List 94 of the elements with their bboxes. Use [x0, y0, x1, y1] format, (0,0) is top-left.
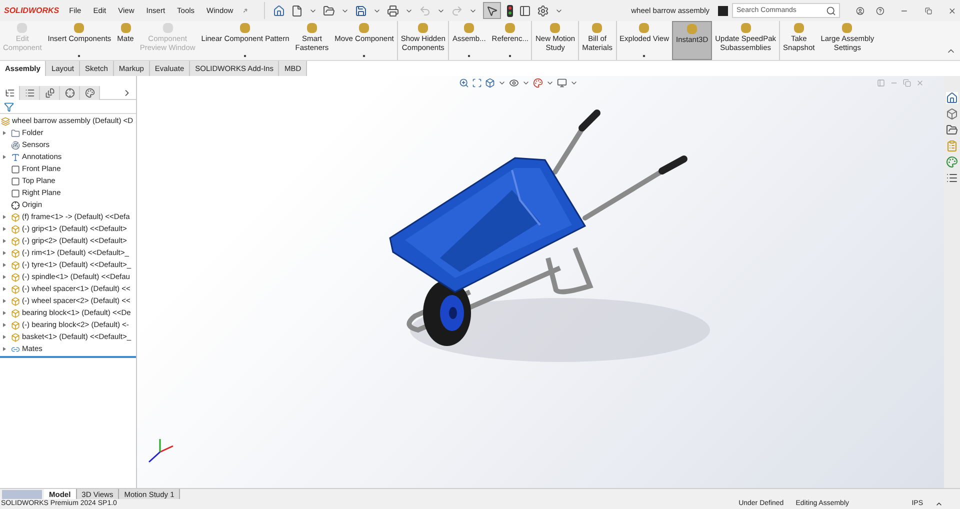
manager-tab-icon — [84, 88, 94, 98]
tree-node-icon — [11, 260, 20, 270]
tree-node-icon — [11, 308, 20, 318]
expand-arrow-icon[interactable] — [3, 299, 6, 303]
home-icon[interactable] — [273, 4, 286, 16]
filter-icon — [4, 102, 14, 112]
tree-node-icon — [11, 200, 20, 210]
zoom-to-fit-icon[interactable] — [459, 78, 469, 88]
terminal-icon — [718, 6, 728, 16]
expand-arrow-icon[interactable] — [3, 227, 6, 231]
expand-arrow-icon[interactable] — [3, 251, 6, 255]
cube-icon[interactable] — [946, 108, 958, 120]
caret-icon — [570, 79, 578, 87]
restore-icon[interactable] — [924, 6, 932, 16]
tree-node-icon — [11, 176, 20, 186]
tree-node-icon — [11, 296, 20, 306]
expand-arrow-icon[interactable] — [3, 311, 6, 315]
save-icon[interactable] — [355, 4, 368, 16]
tree-node-icon — [1, 116, 10, 126]
monitor-icon[interactable] — [557, 78, 567, 88]
manager-tab[interactable] — [0, 86, 20, 100]
appearance-icon[interactable] — [533, 78, 543, 88]
clipboard-icon[interactable] — [946, 140, 958, 152]
account-icon[interactable] — [856, 4, 864, 16]
command-icon — [639, 23, 650, 33]
expand-arrow-icon[interactable] — [3, 323, 6, 327]
tree-node-icon — [11, 272, 20, 282]
command-icon — [842, 23, 852, 33]
command-icon — [306, 23, 317, 33]
expand-arrow-icon[interactable] — [3, 155, 6, 159]
expand-arrow-icon[interactable] — [3, 215, 6, 219]
manager-tab[interactable] — [40, 86, 60, 100]
command-icon — [240, 23, 250, 33]
tree-node-icon — [11, 152, 20, 162]
command-icon — [120, 23, 130, 33]
tree-node-icon — [11, 236, 20, 246]
tree-node-icon — [11, 128, 20, 138]
command-icon — [505, 23, 516, 33]
manager-tab-icon — [44, 88, 54, 98]
command-icon — [687, 24, 698, 34]
filter-field[interactable] — [0, 100, 136, 114]
expand-arrow-icon[interactable] — [3, 275, 6, 279]
caret-icon[interactable] — [935, 500, 943, 508]
tree-node-icon — [11, 332, 20, 342]
tree-node-icon — [11, 320, 20, 330]
command-icon — [418, 23, 428, 33]
command-icon — [74, 23, 84, 33]
tree-node-icon — [11, 284, 20, 294]
command-icon — [794, 23, 804, 33]
expand-arrow-icon[interactable] — [3, 239, 6, 243]
traffic-light-icon[interactable] — [507, 4, 514, 16]
expand-arrow-icon[interactable] — [3, 287, 6, 291]
panel-icon[interactable] — [519, 4, 532, 16]
manager-tab[interactable] — [60, 86, 80, 100]
home-icon[interactable] — [946, 92, 958, 104]
tree-node-icon — [11, 188, 20, 198]
expand-arrow-icon[interactable] — [3, 347, 6, 351]
pointer-icon — [486, 4, 498, 16]
command-icon — [359, 23, 370, 33]
expand-arrow-icon[interactable] — [3, 131, 6, 135]
open-folder-icon[interactable] — [323, 4, 336, 16]
tree-node-icon — [11, 344, 20, 354]
select-tool-button[interactable] — [483, 2, 502, 19]
search-icon[interactable] — [826, 6, 836, 16]
app-logo: SOLIDWORKS — [4, 4, 60, 16]
axes-triad-icon — [148, 439, 174, 463]
caret-icon — [522, 79, 530, 87]
expand-arrow-icon[interactable] — [3, 335, 6, 339]
zoom-area-icon[interactable] — [472, 78, 482, 88]
pin-icon[interactable] — [243, 7, 248, 14]
manager-tab[interactable] — [20, 86, 40, 100]
expand-arrow-icon[interactable] — [3, 263, 6, 267]
settings-icon[interactable] — [537, 4, 550, 16]
command-icon — [740, 23, 751, 33]
tree-node-icon — [11, 212, 20, 222]
command-icon — [464, 23, 474, 33]
folder-icon[interactable] — [946, 124, 958, 136]
manager-tab-icon — [64, 88, 74, 98]
tree-node-icon — [11, 164, 20, 174]
manager-tab-icon — [4, 88, 14, 98]
eye-icon[interactable] — [509, 78, 519, 88]
command-icon — [550, 23, 560, 33]
manager-tab[interactable] — [80, 86, 100, 100]
view-orientation-icon[interactable] — [485, 78, 495, 88]
new-file-icon[interactable] — [291, 4, 304, 16]
appearance-icon[interactable] — [946, 156, 958, 168]
tree-node-icon — [11, 224, 20, 234]
help-icon[interactable] — [876, 4, 884, 16]
tree-node-icon — [11, 140, 20, 150]
caret-icon — [546, 79, 554, 87]
print-icon[interactable] — [387, 4, 400, 16]
tree-node-icon — [11, 248, 20, 258]
command-icon — [592, 23, 602, 33]
caret-icon — [498, 79, 506, 87]
